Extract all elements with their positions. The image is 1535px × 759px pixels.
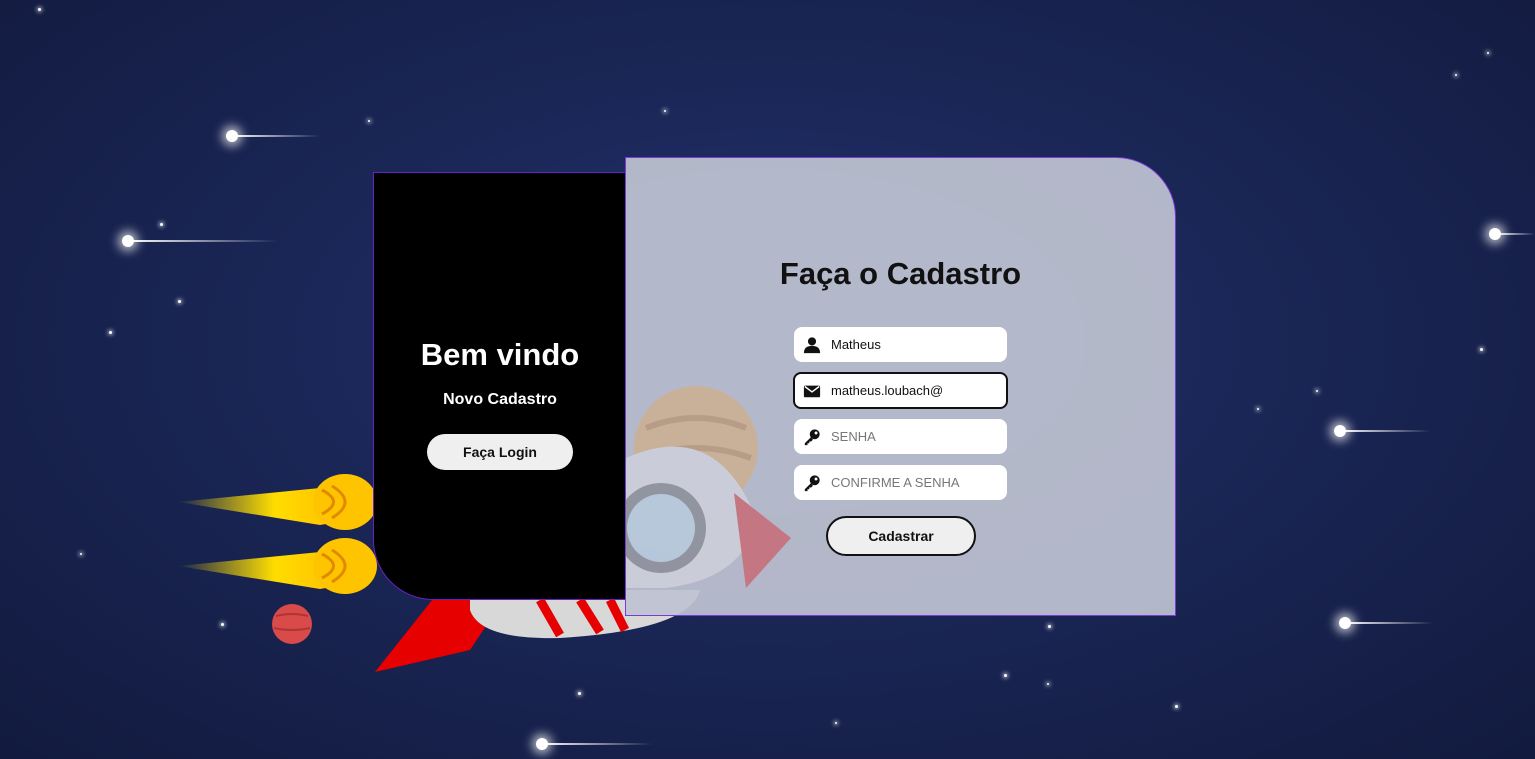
password-input[interactable] <box>829 428 998 445</box>
signup-panel: Faça o Cadastro Cadastrar <box>625 157 1176 616</box>
email-field[interactable] <box>793 372 1008 409</box>
key-icon <box>804 474 820 491</box>
form-title: Faça o Cadastro <box>779 256 1022 291</box>
name-field[interactable] <box>794 327 1007 362</box>
login-button[interactable]: Faça Login <box>427 434 573 470</box>
welcome-subtitle: Novo Cadastro <box>443 391 557 408</box>
welcome-panel: Bem vindo Novo Cadastro Faça Login <box>373 172 626 600</box>
key-icon <box>804 428 820 445</box>
user-icon <box>803 336 821 353</box>
envelope-icon <box>803 385 821 397</box>
signup-button[interactable]: Cadastrar <box>826 516 976 556</box>
confirm-password-input[interactable] <box>829 474 998 491</box>
email-input[interactable] <box>829 382 998 399</box>
password-field[interactable] <box>794 419 1007 454</box>
confirm-password-field[interactable] <box>794 465 1007 500</box>
welcome-title: Bem vindo <box>420 337 580 372</box>
name-input[interactable] <box>829 336 998 353</box>
